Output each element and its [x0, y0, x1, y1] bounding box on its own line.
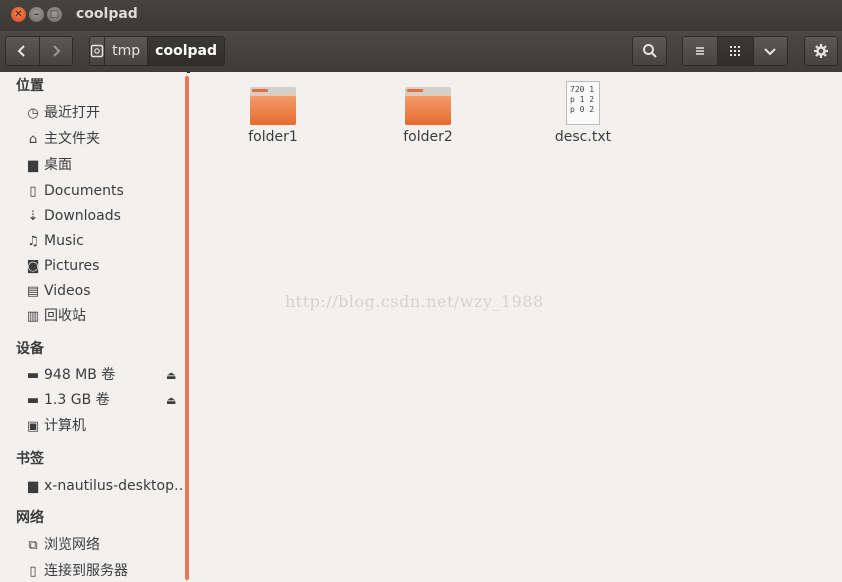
folder-icon: [250, 87, 296, 125]
toolbar: tmp coolpad: [0, 31, 842, 73]
sidebar-item-label: 计算机: [44, 418, 86, 434]
file-item-desc-txt[interactable]: 720 1 p 1 2 p 0 2 desc.txt: [533, 81, 633, 145]
film-icon: ▤: [26, 284, 40, 299]
drive-icon: ▬: [26, 393, 40, 408]
music-icon: ♫: [27, 234, 39, 249]
sidebar-item-pictures[interactable]: ◙ Pictures: [24, 255, 184, 277]
sidebar-item-label: Downloads: [44, 208, 121, 224]
file-name: desc.txt: [554, 129, 612, 145]
text-file-icon: 720 1 p 1 2 p 0 2: [566, 81, 600, 125]
title-bar: ✕ – □ coolpad: [0, 0, 842, 31]
file-name: folder2: [403, 129, 453, 145]
sidebar-scrollbar[interactable]: [185, 76, 189, 580]
sidebar-item-connect-server[interactable]: ▯ 连接到服务器: [24, 560, 184, 582]
sidebar-item-label: 最近打开: [44, 105, 100, 121]
path-crumb-coolpad[interactable]: coolpad: [148, 37, 224, 65]
camera-icon: ◙: [26, 259, 40, 274]
search-button[interactable]: [632, 36, 667, 66]
sidebar-item-label: Documents: [44, 183, 124, 199]
computer-icon: ▣: [26, 419, 40, 434]
view-options-button[interactable]: [753, 37, 787, 65]
list-view-button[interactable]: [683, 37, 719, 65]
file-manager-window: ✕ – □ coolpad tmp coolpad 位置 ◷ 最近打开 ⌂ 主文…: [0, 0, 842, 582]
watermark-text: http://blog.csdn.net/wzy_1988: [285, 292, 544, 311]
minimize-window-button[interactable]: –: [29, 7, 44, 22]
sidebar-item-videos[interactable]: ▤ Videos: [24, 280, 184, 302]
trash-icon: ▥: [26, 309, 40, 324]
file-item-folder1[interactable]: folder1: [223, 87, 323, 145]
search-icon: [642, 44, 657, 58]
sidebar-item-recent[interactable]: ◷ 最近打开: [24, 102, 184, 124]
sidebar-item-label: 桌面: [44, 157, 72, 173]
home-icon: ⌂: [28, 132, 38, 147]
sidebar-item-label: 回收站: [44, 308, 86, 324]
drive-icon: ▬: [26, 368, 40, 383]
network-icon: ⧉: [28, 538, 38, 553]
forward-button[interactable]: [39, 37, 72, 65]
grid-view-button[interactable]: [718, 37, 754, 65]
sidebar-item-label: 连接到服务器: [44, 563, 128, 579]
settings-button[interactable]: [804, 36, 838, 66]
view-controls: [682, 36, 788, 66]
window-title: coolpad: [76, 6, 138, 22]
sidebar-item-desktop[interactable]: ▆ 桌面: [24, 154, 184, 176]
eject-icon[interactable]: ⏏: [166, 394, 176, 407]
sidebar-item-downloads[interactable]: ⇣ Downloads: [24, 205, 184, 227]
history-nav: [5, 36, 73, 66]
sidebar-section-devices: 设备: [16, 341, 44, 357]
sidebar-item-label: Pictures: [44, 258, 100, 274]
sidebar-item-label: Music: [44, 233, 84, 249]
sidebar-item-label: 948 MB 卷: [44, 367, 116, 383]
sidebar-item-bookmark-desktop[interactable]: ▆ x-nautilus-desktop…: [24, 475, 184, 497]
sidebar: 位置 ◷ 最近打开 ⌂ 主文件夹 ▆ 桌面 ▯ Documents ⇣ Downloads…: [0, 72, 187, 582]
sidebar-item-label: 浏览网络: [44, 537, 100, 553]
sidebar-item-documents[interactable]: ▯ Documents: [24, 180, 184, 202]
sidebar-item-volume-948mb[interactable]: ▬ 948 MB 卷: [24, 364, 164, 386]
sidebar-item-label: 1.3 GB 卷: [44, 392, 110, 408]
sidebar-item-trash[interactable]: ▥ 回收站: [24, 305, 184, 327]
path-root-button[interactable]: [90, 37, 106, 65]
sidebar-item-browse-network[interactable]: ⧉ 浏览网络: [24, 534, 184, 556]
file-item-folder2[interactable]: folder2: [378, 87, 478, 145]
desktop-folder-icon: ▆: [28, 158, 38, 173]
close-window-button[interactable]: ✕: [11, 7, 26, 22]
list-icon: [696, 47, 705, 55]
sidebar-section-network: 网络: [16, 510, 44, 526]
file-view: folder1 folder2 720 1 p 1 2 p 0 2 desc.t…: [190, 72, 842, 582]
sidebar-item-home[interactable]: ⌂ 主文件夹: [24, 128, 184, 150]
path-bar: tmp coolpad: [89, 36, 225, 66]
folder-icon: [405, 87, 451, 125]
sidebar-item-volume-1-3gb[interactable]: ▬ 1.3 GB 卷: [24, 389, 164, 411]
download-icon: ⇣: [27, 209, 39, 224]
back-button[interactable]: [6, 37, 40, 65]
document-icon: ▯: [29, 184, 37, 199]
sidebar-section-places: 位置: [16, 78, 44, 94]
drive-icon: [90, 44, 104, 58]
chevron-down-icon: [764, 48, 777, 56]
sidebar-item-label: 主文件夹: [44, 131, 100, 147]
sidebar-item-computer[interactable]: ▣ 计算机: [24, 415, 184, 437]
sidebar-item-music[interactable]: ♫ Music: [24, 230, 184, 252]
file-name: folder1: [248, 129, 298, 145]
clock-icon: ◷: [27, 106, 39, 121]
grid-icon: [730, 46, 741, 56]
path-crumb-tmp[interactable]: tmp: [105, 37, 149, 65]
server-icon: ▯: [29, 564, 37, 579]
maximize-window-button[interactable]: □: [47, 7, 62, 22]
chevron-left-icon: [17, 45, 25, 57]
chevron-right-icon: [53, 45, 61, 57]
sidebar-item-label: Videos: [44, 283, 91, 299]
gear-icon: [814, 44, 828, 58]
eject-icon[interactable]: ⏏: [166, 369, 176, 382]
desktop-bookmark-icon: ▆: [28, 479, 38, 494]
sidebar-item-label: x-nautilus-desktop…: [44, 478, 184, 494]
sidebar-section-bookmarks: 书签: [16, 451, 44, 467]
